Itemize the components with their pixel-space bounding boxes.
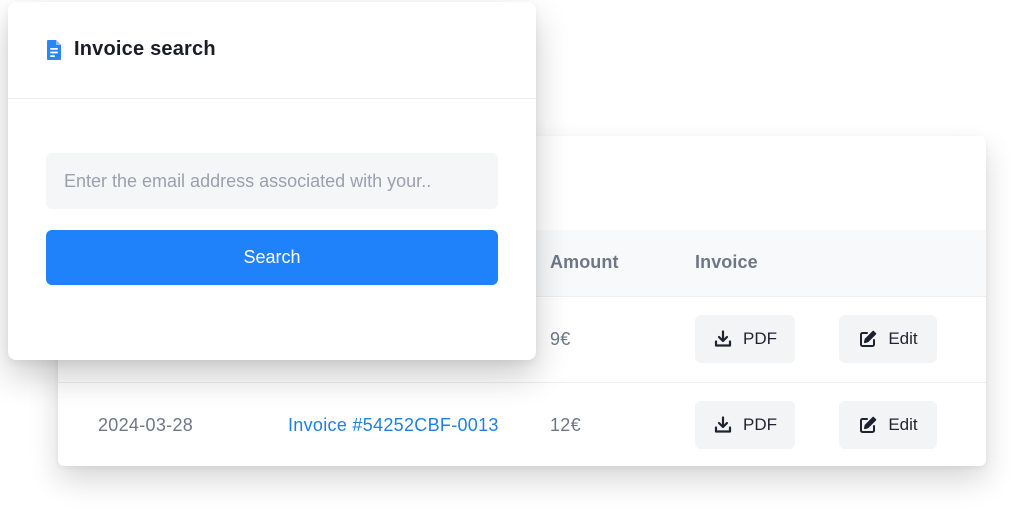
download-pdf-button[interactable]: PDF [695,315,795,363]
edit-invoice-button[interactable]: Edit [839,315,937,363]
column-header-invoice: Invoice [695,252,758,272]
download-pdf-button[interactable]: PDF [695,401,795,449]
edit-button-label: Edit [888,415,918,434]
invoice-link[interactable]: Invoice #54252CBF-0013 [288,415,499,436]
stage: Amount Invoice 9€ PDF Edit 2024-03-28 In… [0,0,1024,509]
invoice-amount: 9€ [550,329,571,349]
search-card-title: Invoice search [74,38,216,60]
invoice-amount: 12€ [550,415,581,435]
edit-icon [860,416,877,433]
pdf-button-label: PDF [743,329,777,348]
column-header-amount: Amount [550,252,619,272]
email-input[interactable] [46,153,498,209]
pdf-button-label: PDF [743,415,777,434]
edit-invoice-button[interactable]: Edit [839,401,937,449]
document-icon [47,40,61,60]
edit-icon [860,330,877,347]
invoice-search-card: Invoice search Search [8,2,536,360]
table-row: 2024-03-28 Invoice #54252CBF-0013 12€ PD… [58,383,986,466]
download-icon [714,416,732,433]
invoice-date: 2024-03-28 [98,415,194,435]
download-icon [714,330,732,347]
search-card-header: Invoice search [8,2,536,99]
search-button[interactable]: Search [46,230,498,285]
edit-button-label: Edit [888,329,918,348]
